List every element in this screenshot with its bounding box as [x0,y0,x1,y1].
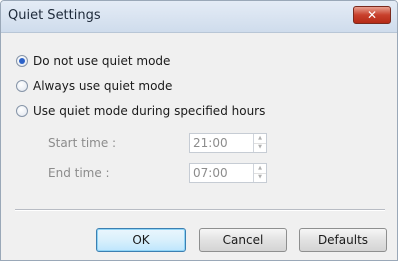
radio-button-icon[interactable] [16,105,28,117]
spin-up-icon[interactable]: ▲ [254,164,266,173]
end-time-input[interactable]: 07:00 ▲ ▼ [189,163,267,183]
radio-label: Use quiet mode during specified hours [33,104,266,118]
start-time-input[interactable]: 21:00 ▲ ▼ [189,133,267,153]
title-bar[interactable]: Quiet Settings ✕ [1,1,397,33]
ok-button[interactable]: OK [96,228,186,252]
radio-always-use-quiet-mode[interactable]: Always use quiet mode [16,77,172,95]
end-time-value[interactable]: 07:00 [190,166,253,180]
start-time-spinner[interactable]: ▲ ▼ [253,134,266,152]
radio-button-selected-icon[interactable] [16,55,28,67]
end-time-label: End time : [48,166,110,180]
close-icon: ✕ [366,8,378,22]
start-time-value[interactable]: 21:00 [190,136,253,150]
close-button[interactable]: ✕ [353,6,391,24]
radio-label: Do not use quiet mode [33,54,171,68]
spin-up-icon[interactable]: ▲ [254,134,266,143]
defaults-button-label: Defaults [317,233,369,247]
cancel-button[interactable]: Cancel [199,228,287,252]
spin-down-icon[interactable]: ▼ [254,172,266,183]
cancel-button-label: Cancel [222,233,264,247]
quiet-settings-dialog: Quiet Settings ✕ Do not use quiet mode A… [0,0,398,261]
spin-down-icon[interactable]: ▼ [254,142,266,153]
radio-do-not-use-quiet-mode[interactable]: Do not use quiet mode [16,52,170,70]
radio-button-icon[interactable] [16,80,28,92]
radio-use-quiet-mode-specified-hours[interactable]: Use quiet mode during specified hours [16,102,265,120]
window-title: Quiet Settings [8,8,101,23]
separator [15,209,385,211]
defaults-button[interactable]: Defaults [299,228,387,252]
end-time-spinner[interactable]: ▲ ▼ [253,164,266,182]
ok-button-label: OK [132,233,150,247]
radio-label: Always use quiet mode [33,79,173,93]
start-time-label: Start time : [48,136,117,150]
